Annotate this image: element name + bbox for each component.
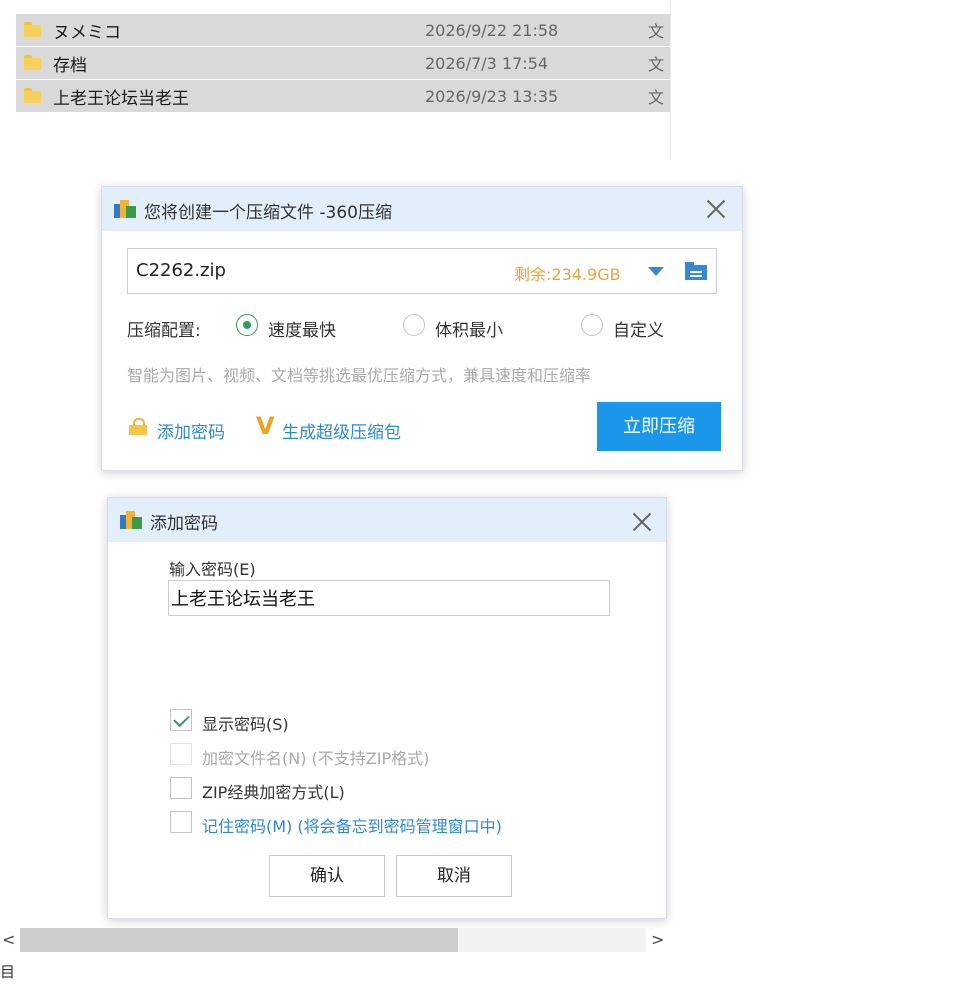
chevron-down-icon[interactable] xyxy=(648,267,664,276)
status-bar-text: 目 xyxy=(0,963,16,981)
zip-classic-encryption-label[interactable]: ZIP经典加密方式(L) xyxy=(202,779,345,803)
remember-password-label[interactable]: 记住密码(M) (将会备忘到密码管理窗口中) xyxy=(202,813,502,837)
file-name: 上老王论坛当老王 xyxy=(53,88,189,109)
password-dialog: 添加密码 输入密码(E) 显示密码(S) 加密文件名(N) (不支持ZIP格式)… xyxy=(107,497,667,919)
password-dialog-titlebar[interactable]: 添加密码 xyxy=(108,498,666,542)
file-date: 2026/9/22 21:58 xyxy=(425,20,559,40)
v-badge-icon: V xyxy=(256,412,275,440)
password-dialog-title: 添加密码 xyxy=(150,514,218,534)
show-password-label[interactable]: 显示密码(S) xyxy=(202,711,289,735)
encrypt-filename-checkbox xyxy=(170,743,192,765)
scroll-left-icon[interactable]: < xyxy=(2,930,15,949)
radio-smallest-label[interactable]: 体积最小 xyxy=(435,316,503,341)
lock-icon xyxy=(129,418,147,435)
folder-icon xyxy=(24,55,41,70)
close-icon[interactable] xyxy=(702,195,730,223)
compress-dialog-titlebar[interactable]: 您将创建一个压缩文件 -360压缩 xyxy=(102,187,742,231)
file-name: ヌメミコ xyxy=(53,22,121,43)
archive-filename: C2262.zip xyxy=(136,260,226,281)
close-icon[interactable] xyxy=(628,508,656,536)
add-password-link[interactable]: 添加密码 xyxy=(157,418,225,443)
file-row[interactable]: 上老王论坛当老王 2026/9/23 13:35 文 xyxy=(16,80,670,112)
radio-custom[interactable] xyxy=(581,314,603,336)
file-row[interactable]: 存档 2026/7/3 17:54 文 xyxy=(16,47,670,79)
file-date: 2026/9/23 13:35 xyxy=(425,86,559,106)
encrypt-filename-label: 加密文件名(N) (不支持ZIP格式) xyxy=(202,749,430,768)
radio-smallest[interactable] xyxy=(403,314,425,336)
file-type: 文 xyxy=(648,55,665,74)
password-input[interactable] xyxy=(168,580,610,616)
compress-hint-text: 智能为图片、视频、文档等挑选最优压缩方式，兼具速度和压缩率 xyxy=(127,366,592,385)
compress-config-label: 压缩配置: xyxy=(127,321,201,341)
compress-dialog: 您将创建一个压缩文件 -360压缩 C2262.zip 剩余:234.9GB 压… xyxy=(101,186,743,471)
cancel-button[interactable]: 取消 xyxy=(396,855,512,897)
radio-fastest-label[interactable]: 速度最快 xyxy=(268,316,336,341)
zip-classic-encryption-checkbox[interactable] xyxy=(170,777,192,799)
file-date: 2026/7/3 17:54 xyxy=(425,53,549,73)
scroll-right-icon[interactable]: > xyxy=(651,930,664,949)
file-type: 文 xyxy=(648,22,665,41)
file-row[interactable]: ヌメミコ 2026/9/22 21:58 文 xyxy=(16,14,670,46)
radio-custom-label[interactable]: 自定义 xyxy=(613,316,664,341)
folder-icon xyxy=(24,22,41,37)
remember-password-checkbox[interactable] xyxy=(170,811,192,833)
radio-fastest[interactable] xyxy=(236,314,258,336)
show-password-checkbox[interactable] xyxy=(170,709,192,731)
folder-icon xyxy=(24,88,41,103)
confirm-button[interactable]: 确认 xyxy=(269,855,385,897)
compress-dialog-title: 您将创建一个压缩文件 -360压缩 xyxy=(144,203,392,223)
app-360zip-icon xyxy=(120,511,142,529)
file-list: ヌメミコ 2026/9/22 21:58 文 存档 2026/7/3 17:54… xyxy=(16,14,670,113)
window-edge xyxy=(670,0,671,160)
super-package-link[interactable]: 生成超级压缩包 xyxy=(282,418,401,443)
file-type: 文 xyxy=(648,88,665,107)
compress-now-button[interactable]: 立即压缩 xyxy=(597,402,721,451)
archive-filename-field[interactable]: C2262.zip 剩余:234.9GB xyxy=(127,248,717,294)
password-input-label: 输入密码(E) xyxy=(169,560,256,579)
file-name: 存档 xyxy=(53,55,87,76)
browse-folder-icon[interactable] xyxy=(685,262,707,280)
scrollbar-thumb[interactable] xyxy=(20,928,459,952)
free-space-label: 剩余:234.9GB xyxy=(514,265,621,284)
app-360zip-icon xyxy=(114,200,136,218)
horizontal-scrollbar[interactable] xyxy=(20,928,646,952)
